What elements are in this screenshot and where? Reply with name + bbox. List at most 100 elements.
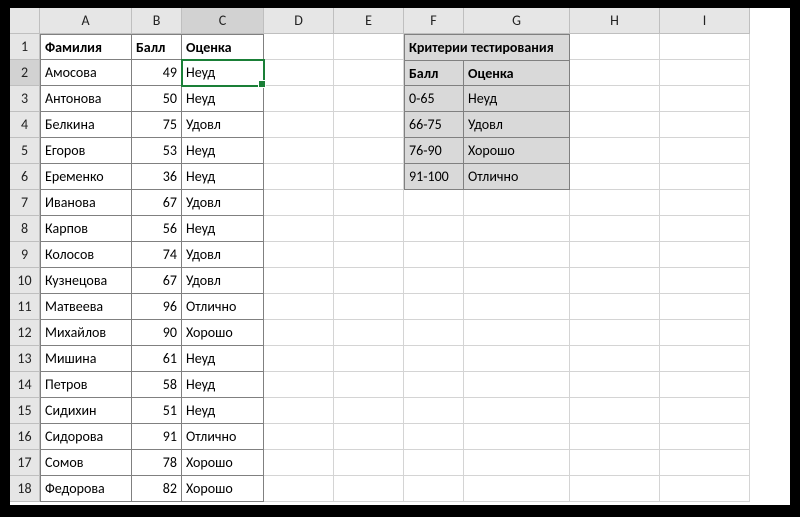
cell-F16[interactable] xyxy=(404,424,464,450)
cell-G7[interactable] xyxy=(464,190,570,216)
cell-A15[interactable]: Сидихин xyxy=(40,398,132,424)
cell-E3[interactable] xyxy=(334,86,404,112)
cell-E6[interactable] xyxy=(334,164,404,190)
cell-A18[interactable]: Федорова xyxy=(40,476,132,502)
cell-E18[interactable] xyxy=(334,476,404,502)
cell-G8[interactable] xyxy=(464,216,570,242)
cell-D2[interactable] xyxy=(264,60,334,86)
spreadsheet-grid[interactable]: ABCDEFGHI1ФамилияБаллОценкаКритерии тест… xyxy=(10,8,790,502)
cell-I12[interactable] xyxy=(660,320,750,346)
cell-I15[interactable] xyxy=(660,398,750,424)
cell-B14[interactable]: 58 xyxy=(132,372,182,398)
cell-D6[interactable] xyxy=(264,164,334,190)
cell-H17[interactable] xyxy=(570,450,660,476)
cell-C12[interactable]: Хорошо xyxy=(182,320,264,346)
cell-B11[interactable]: 96 xyxy=(132,294,182,320)
cell-I16[interactable] xyxy=(660,424,750,450)
cell-C9[interactable]: Удовл xyxy=(182,242,264,268)
cell-F3[interactable]: 0-65 xyxy=(404,86,464,112)
row-header-17[interactable]: 17 xyxy=(10,450,40,476)
cell-I14[interactable] xyxy=(660,372,750,398)
cell-E15[interactable] xyxy=(334,398,404,424)
cell-G10[interactable] xyxy=(464,268,570,294)
row-header-3[interactable]: 3 xyxy=(10,86,40,112)
cell-F11[interactable] xyxy=(404,294,464,320)
cell-A13[interactable]: Мишина xyxy=(40,346,132,372)
cell-B12[interactable]: 90 xyxy=(132,320,182,346)
cell-C1[interactable]: Оценка xyxy=(182,34,264,60)
row-header-8[interactable]: 8 xyxy=(10,216,40,242)
cell-A9[interactable]: Колосов xyxy=(40,242,132,268)
cell-D9[interactable] xyxy=(264,242,334,268)
row-header-18[interactable]: 18 xyxy=(10,476,40,502)
select-all-corner[interactable] xyxy=(10,8,40,34)
cell-G15[interactable] xyxy=(464,398,570,424)
cell-B6[interactable]: 36 xyxy=(132,164,182,190)
cell-G14[interactable] xyxy=(464,372,570,398)
column-header-G[interactable]: G xyxy=(464,8,570,34)
cell-F7[interactable] xyxy=(404,190,464,216)
cell-G16[interactable] xyxy=(464,424,570,450)
cell-E11[interactable] xyxy=(334,294,404,320)
column-header-E[interactable]: E xyxy=(334,8,404,34)
cell-F4[interactable]: 66-75 xyxy=(404,112,464,138)
cell-E5[interactable] xyxy=(334,138,404,164)
row-header-16[interactable]: 16 xyxy=(10,424,40,450)
cell-D5[interactable] xyxy=(264,138,334,164)
cell-H7[interactable] xyxy=(570,190,660,216)
cell-I5[interactable] xyxy=(660,138,750,164)
cell-C8[interactable]: Неуд xyxy=(182,216,264,242)
cell-I2[interactable] xyxy=(660,60,750,86)
cell-C5[interactable]: Неуд xyxy=(182,138,264,164)
cell-B17[interactable]: 78 xyxy=(132,450,182,476)
cell-F6[interactable]: 91-100 xyxy=(404,164,464,190)
cell-D15[interactable] xyxy=(264,398,334,424)
cell-I9[interactable] xyxy=(660,242,750,268)
cell-C16[interactable]: Отлично xyxy=(182,424,264,450)
cell-D11[interactable] xyxy=(264,294,334,320)
cell-A1[interactable]: Фамилия xyxy=(40,34,132,60)
cell-G18[interactable] xyxy=(464,476,570,502)
cell-D17[interactable] xyxy=(264,450,334,476)
cell-I17[interactable] xyxy=(660,450,750,476)
cell-B16[interactable]: 91 xyxy=(132,424,182,450)
cell-H13[interactable] xyxy=(570,346,660,372)
cell-I13[interactable] xyxy=(660,346,750,372)
column-header-I[interactable]: I xyxy=(660,8,750,34)
row-header-13[interactable]: 13 xyxy=(10,346,40,372)
cell-I6[interactable] xyxy=(660,164,750,190)
cell-G17[interactable] xyxy=(464,450,570,476)
cell-C7[interactable]: Удовл xyxy=(182,190,264,216)
cell-F15[interactable] xyxy=(404,398,464,424)
cell-H1[interactable] xyxy=(570,34,660,60)
cell-E9[interactable] xyxy=(334,242,404,268)
cell-H12[interactable] xyxy=(570,320,660,346)
row-header-10[interactable]: 10 xyxy=(10,268,40,294)
row-header-2[interactable]: 2 xyxy=(10,60,40,86)
cell-A16[interactable]: Сидорова xyxy=(40,424,132,450)
cell-F2[interactable]: Балл xyxy=(404,60,464,86)
cell-F17[interactable] xyxy=(404,450,464,476)
cell-A11[interactable]: Матвеева xyxy=(40,294,132,320)
cell-E10[interactable] xyxy=(334,268,404,294)
cell-G9[interactable] xyxy=(464,242,570,268)
cell-D18[interactable] xyxy=(264,476,334,502)
column-header-F[interactable]: F xyxy=(404,8,464,34)
row-header-5[interactable]: 5 xyxy=(10,138,40,164)
cell-H18[interactable] xyxy=(570,476,660,502)
cell-I4[interactable] xyxy=(660,112,750,138)
cell-F13[interactable] xyxy=(404,346,464,372)
cell-E7[interactable] xyxy=(334,190,404,216)
cell-E16[interactable] xyxy=(334,424,404,450)
cell-H16[interactable] xyxy=(570,424,660,450)
cell-D16[interactable] xyxy=(264,424,334,450)
row-header-6[interactable]: 6 xyxy=(10,164,40,190)
cell-B10[interactable]: 67 xyxy=(132,268,182,294)
cell-C15[interactable]: Неуд xyxy=(182,398,264,424)
cell-G2[interactable]: Оценка xyxy=(464,60,570,86)
row-header-7[interactable]: 7 xyxy=(10,190,40,216)
cell-H4[interactable] xyxy=(570,112,660,138)
cell-F5[interactable]: 76-90 xyxy=(404,138,464,164)
cell-C6[interactable]: Неуд xyxy=(182,164,264,190)
cell-E12[interactable] xyxy=(334,320,404,346)
